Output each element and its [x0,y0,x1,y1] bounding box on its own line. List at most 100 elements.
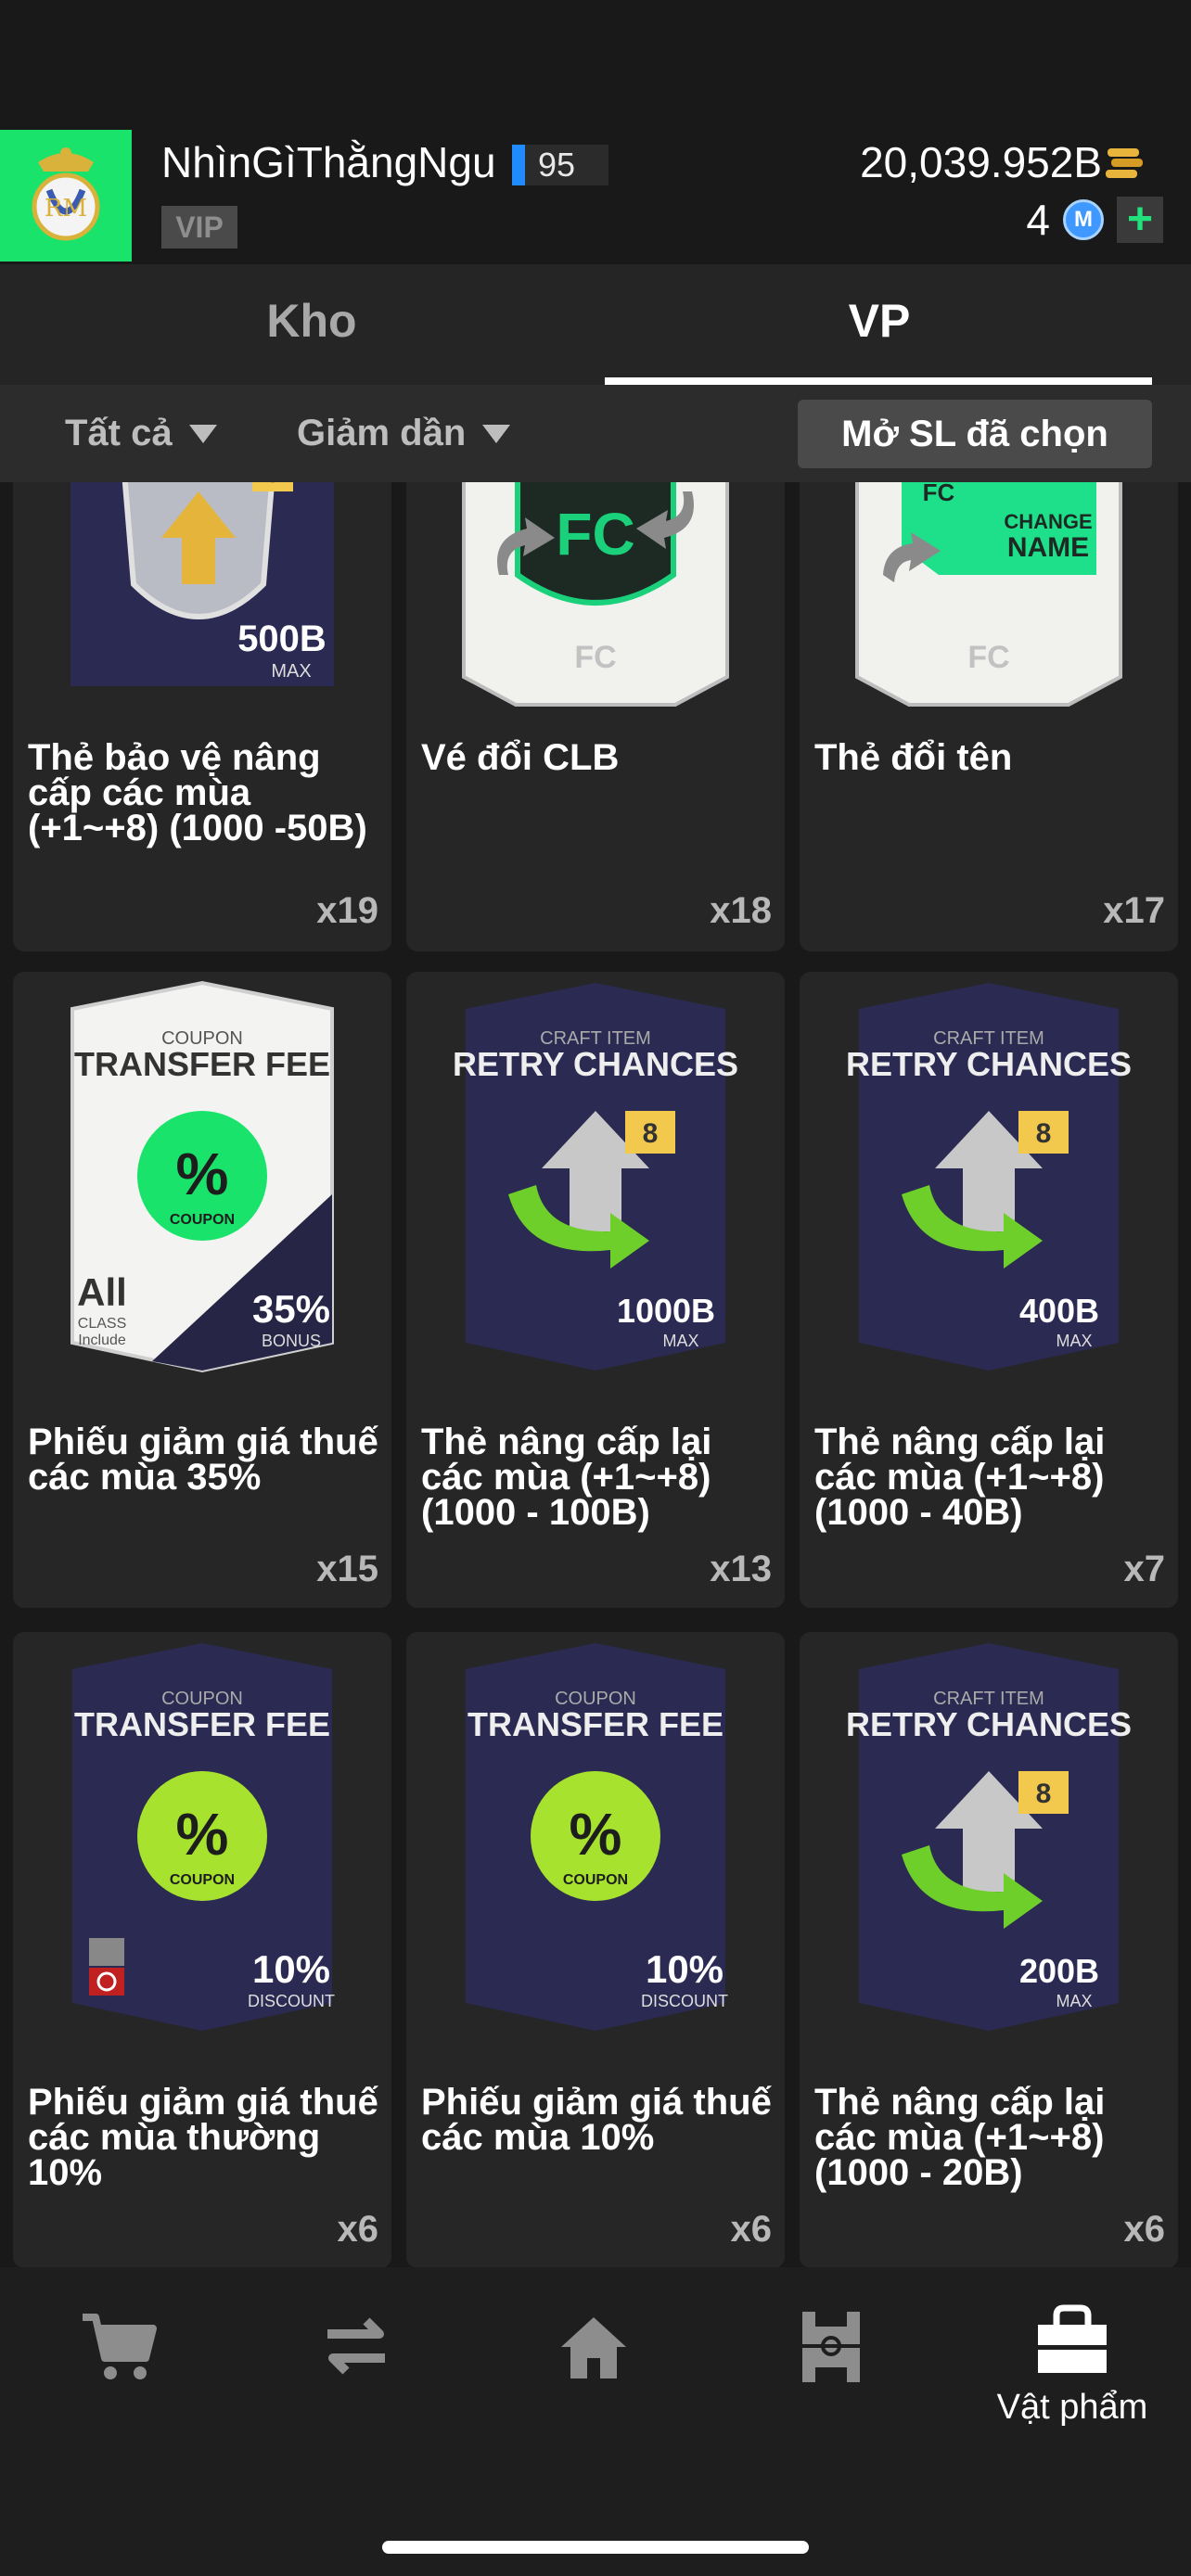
svg-text:DISCOUNT: DISCOUNT [641,1992,728,2010]
tab-bar: Kho VP [0,264,1191,385]
vip-badge: VIP [161,206,237,249]
home-icon [561,2317,626,2378]
item-card[interactable]: COUPON TRANSFER FEE % COUPON All CLASS I… [13,972,391,1608]
item-card[interactable]: CRAFT ITEM RETRY CHANCES 8 200B MAX Thẻ … [800,1632,1178,2267]
item-quantity: x6 [730,2209,773,2250]
svg-text:TRANSFER FEE: TRANSFER FEE [74,1045,330,1083]
club-logo[interactable]: RM [0,130,132,261]
svg-text:MAX: MAX [1056,1332,1092,1350]
change-name-card-art: FC CHANGE NAME FC [855,482,1122,707]
item-card[interactable]: COUPON TRANSFER FEE % COUPON 10% DISCOUN… [406,1632,785,2267]
item-card[interactable]: CRAFT ITEM RETRY CHANCES 8 400B MAX Thẻ … [800,972,1178,1608]
coupon-35-card-art: COUPON TRANSFER FEE % COUPON All CLASS I… [70,980,334,1373]
svg-text:CHANGE: CHANGE [1004,510,1092,533]
item-quantity: x17 [1103,890,1165,931]
item-quantity: x7 [1123,1549,1166,1589]
club-ticket-card-art: FC FC [462,482,729,707]
item-name: Thẻ nâng cấp lại các mùa (+1~+8) (1000 -… [814,2082,1106,2193]
item-card[interactable]: FC CHANGE NAME FC Thẻ đổi tên x17 [800,482,1178,951]
home-indicator [382,2541,809,2554]
svg-text:All: All [77,1270,127,1314]
svg-text:TRANSFER FEE: TRANSFER FEE [74,1705,330,1743]
item-name: Vé đổi CLB [421,737,620,778]
item-name: Phiếu giảm giá thuế các mùa 35% [28,1422,378,1498]
svg-text:%: % [176,1801,229,1868]
svg-text:35%: 35% [252,1287,330,1331]
svg-text:RETRY CHANCES: RETRY CHANCES [846,1045,1132,1083]
item-card[interactable]: FC FC Vé đổi CLB x18 [406,482,785,951]
svg-text:MAX: MAX [1056,1992,1092,2010]
item-card[interactable]: COUPON TRANSFER FEE % COUPON 10% DISCOUN… [13,1632,391,2267]
item-name: Thẻ nâng cấp lại các mùa (+1~+8) (1000 -… [814,1422,1106,1533]
svg-text:200B: 200B [1019,1952,1099,1990]
svg-text:BONUS: BONUS [262,1332,321,1350]
svg-text:500B: 500B [237,618,327,659]
nav-squad[interactable] [712,2304,950,2453]
svg-text:10%: 10% [646,1947,724,1991]
sort-dropdown[interactable]: Giảm dần [297,385,511,482]
item-quantity: x19 [316,890,378,931]
nav-transfer[interactable] [237,2304,475,2453]
svg-text:%: % [570,1801,622,1868]
nav-home[interactable] [475,2304,712,2453]
svg-text:MAX: MAX [662,1332,698,1350]
item-grid: 8 500B MAX Thẻ bảo vệ nâng cấp các mùa (… [0,482,1191,2267]
category-dropdown[interactable]: Tất cả [65,385,217,482]
svg-text:FC: FC [574,640,616,675]
mc-balance: 4 M + [1026,195,1163,245]
item-quantity: x15 [316,1549,378,1589]
svg-text:COUPON: COUPON [563,1872,628,1888]
item-quantity: x6 [1123,2209,1166,2250]
chevron-down-icon [482,424,511,443]
item-name: Phiếu giảm giá thuế các mùa thường 10% [28,2082,378,2193]
items-bag-icon [1038,2304,1107,2373]
svg-text:Include: Include [78,1333,126,1348]
svg-text:DISCOUNT: DISCOUNT [248,1992,335,2010]
svg-text:RETRY CHANCES: RETRY CHANCES [453,1045,738,1083]
retry-chances-card-art: CRAFT ITEM RETRY CHANCES 8 200B MAX [846,1643,1132,2031]
squad-icon [802,2312,860,2382]
chevron-down-icon [188,424,217,443]
item-card[interactable]: 8 500B MAX Thẻ bảo vệ nâng cấp các mùa (… [13,482,391,951]
retry-chances-card-art: CRAFT ITEM RETRY CHANCES 8 400B MAX [846,983,1132,1371]
status-bar [0,0,1191,130]
svg-text:TRANSFER FEE: TRANSFER FEE [467,1705,724,1743]
coupon-10-card-art: COUPON TRANSFER FEE % COUPON 10% DISCOUN… [466,1643,728,2031]
tab-vp[interactable]: VP [583,264,1176,385]
svg-text:1000B: 1000B [617,1292,715,1330]
svg-text:8: 8 [1036,1118,1052,1149]
svg-text:8: 8 [265,482,280,488]
category-label: Tất cả [65,413,173,453]
svg-text:FC: FC [556,501,634,567]
item-quantity: x18 [710,890,772,931]
profile-header: RM NhìnGìThằngNgu 95 VIP 20,039.952B 4 M… [0,130,1191,264]
coins-balance: 20,039.952B [860,138,1102,186]
open-selected-button[interactable]: Mở SL đã chọn [798,400,1152,468]
svg-text:10%: 10% [252,1947,330,1991]
nav-store[interactable] [0,2304,237,2453]
sort-label: Giảm dần [297,413,467,453]
filter-bar: Tất cả Giảm dần Mở SL đã chọn [0,385,1191,482]
nav-items[interactable]: Vật phẩm [954,2304,1191,2453]
level-badge: 95 [512,145,608,185]
item-card[interactable]: CRAFT ITEM RETRY CHANCES 8 1000B MAX Thẻ… [406,972,785,1608]
svg-text:COUPON: COUPON [170,1872,235,1888]
svg-text:CLASS: CLASS [78,1316,126,1332]
transfer-icon [327,2317,385,2375]
item-name: Thẻ bảo vệ nâng cấp các mùa (+1~+8) (100… [28,737,367,848]
retry-chances-card-art: CRAFT ITEM RETRY CHANCES 8 1000B MAX [453,983,738,1371]
svg-text:8: 8 [1036,1779,1052,1809]
item-name: Thẻ đổi tên [814,737,1013,778]
add-mc-button[interactable]: + [1117,197,1163,243]
cart-icon [83,2314,157,2379]
svg-text:FC: FC [967,640,1009,675]
username: NhìnGìThằngNgu [161,138,496,186]
svg-text:NAME: NAME [1007,532,1089,563]
svg-text:COUPON: COUPON [170,1212,235,1228]
protection-card-art: 8 500B MAX [70,482,334,686]
svg-text:FC: FC [923,482,955,506]
tab-kho[interactable]: Kho [15,264,608,385]
item-name: Phiếu giảm giá thuế các mùa 10% [421,2082,772,2158]
club-crest-icon: RM [32,147,100,241]
nav-items-label: Vật phẩm [996,2388,1148,2427]
